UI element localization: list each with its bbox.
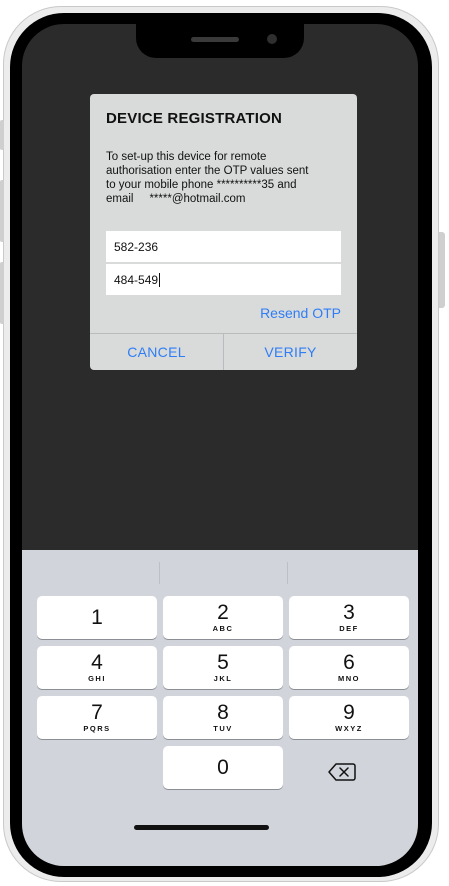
dialog-message: To set-up this device for remote authori… [106,150,346,206]
cancel-button[interactable]: CANCEL [90,334,223,370]
key-2[interactable]: 2 ABC [163,596,283,639]
otp-email-field[interactable]: 484-549 [106,264,341,295]
power-button [439,232,445,308]
accessory-separator [287,562,288,584]
text-caret [159,272,161,287]
otp-sms-value: 582-236 [114,239,159,254]
key-digit: 4 [91,651,103,674]
message-line: email *****@hotmail.com [106,193,246,205]
key-0[interactable]: 0 [163,746,283,789]
key-digit: 2 [217,601,229,624]
key-8[interactable]: 8 TUV [163,696,283,739]
key-letters: PQRS [83,724,111,733]
volume-down-button [0,262,4,324]
key-letters: ABC [212,624,234,633]
resend-otp-link[interactable]: Resend OTP [260,305,341,321]
home-indicator[interactable] [134,825,269,830]
key-digit: 7 [91,701,103,724]
key-digit: 5 [217,651,229,674]
notch [136,24,304,58]
message-line: to your mobile phone **********35 and [106,179,297,191]
key-1[interactable]: 1 [37,596,157,639]
otp-sms-field[interactable]: 582-236 [106,231,341,262]
message-line: To set-up this device for remote [106,151,267,163]
key-letters: GHI [88,674,106,683]
key-7[interactable]: 7 PQRS [37,696,157,739]
dialog-title: DEVICE REGISTRATION [106,110,283,127]
key-letters: WXYZ [335,724,363,733]
key-letters: MNO [338,674,360,683]
verify-button[interactable]: VERIFY [224,334,357,370]
otp-email-value: 484-549 [114,272,159,287]
key-3[interactable]: 3 DEF [289,596,409,639]
key-letters: JKL [213,674,233,683]
mute-switch [0,120,4,150]
front-camera [267,34,277,44]
key-digit: 8 [217,701,229,724]
key-digit: 6 [343,651,355,674]
key-letters: DEF [339,624,359,633]
phone-screen: DEVICE REGISTRATION To set-up this devic… [22,24,418,866]
volume-up-button [0,180,4,242]
key-6[interactable]: 6 MNO [289,646,409,689]
speaker-grille [191,37,239,42]
device-registration-dialog: DEVICE REGISTRATION To set-up this devic… [90,94,357,370]
key-digit: 3 [343,601,355,624]
backspace-icon[interactable] [328,762,356,782]
key-5[interactable]: 5 JKL [163,646,283,689]
message-line: authorisation enter the OTP values sent [106,165,309,177]
key-digit: 9 [343,701,355,724]
key-9[interactable]: 9 WXYZ [289,696,409,739]
numeric-keypad: 1 2 ABC 3 DEF 4 GHI 5 JKL 6 MNO 7 PQRS 8… [22,550,418,866]
accessory-separator [159,562,160,584]
key-digit: 0 [217,756,229,779]
key-letters: TUV [213,724,233,733]
key-4[interactable]: 4 GHI [37,646,157,689]
key-digit: 1 [91,606,103,629]
